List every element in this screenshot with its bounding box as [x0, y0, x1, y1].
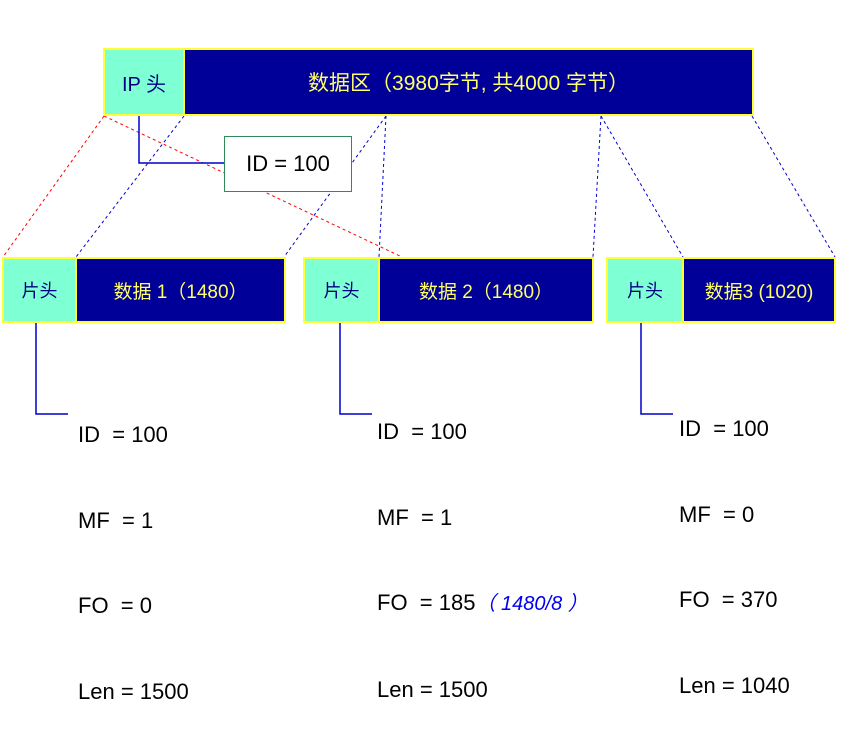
fragment-2-header-label: 片头 [323, 281, 360, 301]
fragment-2-data-label: 数据 2（1480） [418, 281, 554, 303]
fragment-3-data-block: 数据3 (1020) [682, 257, 836, 323]
field-separator: = [710, 501, 742, 527]
blue-connector-4 [592, 115, 602, 258]
field-value: 370 [740, 587, 778, 612]
fragment-1-header-block: 片头 [2, 257, 77, 323]
field-name: ID [377, 419, 399, 444]
field-separator: = [413, 676, 439, 702]
fragment-1-bracket [35, 323, 68, 415]
field-separator: = [701, 416, 733, 441]
fragment-3-header-label: 片头 [627, 281, 663, 301]
fragment-1-field-len: Len = 1500 [78, 678, 189, 707]
field-separator: = [408, 504, 440, 530]
fragment-1-header-label: 片头 [21, 281, 58, 301]
field-separator: = [114, 678, 140, 704]
fragment-3-field-mf: MF = 0 [679, 501, 790, 530]
field-name: FO [377, 590, 408, 615]
blue-connector-1 [75, 115, 185, 258]
fragment-2-field-mf: MF = 1 [377, 504, 588, 533]
original-id-label: ID = 100 [246, 151, 330, 176]
fragment-2-field-fo: FO = 185（ 1480/8 ） [377, 589, 588, 619]
field-name: FO [679, 587, 710, 612]
original-id-box: ID = 100 [224, 136, 352, 192]
field-name: MF [377, 504, 409, 530]
field-name: MF [78, 507, 110, 533]
field-value: 100 [732, 416, 769, 441]
field-value: 0 [139, 593, 152, 618]
fragment-1-field-id: ID = 100 [78, 421, 189, 450]
field-value: 100 [131, 422, 168, 447]
field-value: 185 [438, 590, 476, 615]
field-value: 1 [140, 507, 154, 533]
fragment-3-field-len: Len = 1040 [679, 672, 790, 701]
field-value: 1500 [139, 678, 189, 704]
field-separator: = [407, 590, 439, 615]
fo-calculation-note: （ 1480/8 ） [475, 593, 588, 615]
field-separator: = [399, 419, 431, 444]
data-region-label: 数据区（3980字节, 共4000 字节） [308, 72, 629, 95]
fragment-2-header-block: 片头 [303, 257, 380, 323]
fragment-3-header-block: 片头 [606, 257, 684, 323]
fragment-1-fields: ID = 100 MF = 1 FO = 0 Len = 1500 [78, 364, 189, 735]
field-value: 100 [430, 419, 467, 444]
fragment-2-fields: ID = 100 MF = 1 FO = 185（ 1480/8 ） Len =… [377, 361, 588, 733]
field-value: 1040 [740, 672, 790, 698]
field-name: Len [679, 672, 716, 698]
fragment-1-data-label: 数据 1（1480） [113, 281, 248, 303]
ip-header-label: IP 头 [121, 73, 167, 96]
field-name: MF [679, 501, 711, 527]
red-connector-1 [2, 115, 105, 258]
fragment-2-field-len: Len = 1500 [377, 676, 588, 705]
fragment-1-field-mf: MF = 1 [78, 507, 189, 536]
fragment-3-field-id: ID = 100 [679, 415, 790, 444]
field-name: Len [377, 676, 414, 702]
field-name: ID [78, 422, 100, 447]
id-bracket [138, 116, 225, 164]
field-name: ID [679, 416, 701, 441]
field-separator: = [108, 593, 140, 618]
field-separator: = [100, 422, 132, 447]
field-value: 1 [439, 504, 453, 530]
field-separator: = [709, 587, 741, 612]
field-separator: = [109, 507, 141, 533]
data-region-block: 数据区（3980字节, 共4000 字节） [183, 48, 754, 116]
fragment-2-field-id: ID = 100 [377, 418, 588, 447]
field-value: 1500 [438, 676, 488, 702]
fragment-1-data-block: 数据 1（1480） [75, 257, 286, 323]
fragment-1-field-fo: FO = 0 [78, 592, 189, 621]
fragment-3-field-fo: FO = 370 [679, 586, 790, 615]
fragment-2-bracket [339, 323, 372, 415]
field-name: Len [78, 678, 115, 704]
fragment-3-fields: ID = 100 MF = 0 FO = 370 Len = 1040 [679, 358, 790, 729]
blue-connector-6 [751, 115, 836, 258]
field-value: 0 [741, 501, 755, 527]
fragment-3-data-label: 数据3 (1020) [704, 281, 814, 303]
blue-connector-5 [600, 115, 684, 258]
fragment-2-data-block: 数据 2（1480） [378, 257, 594, 323]
fragment-3-bracket [640, 323, 673, 415]
blue-connector-3 [378, 115, 387, 258]
ip-header-block: IP 头 [103, 48, 185, 116]
field-name: FO [78, 593, 109, 618]
field-separator: = [715, 672, 741, 698]
